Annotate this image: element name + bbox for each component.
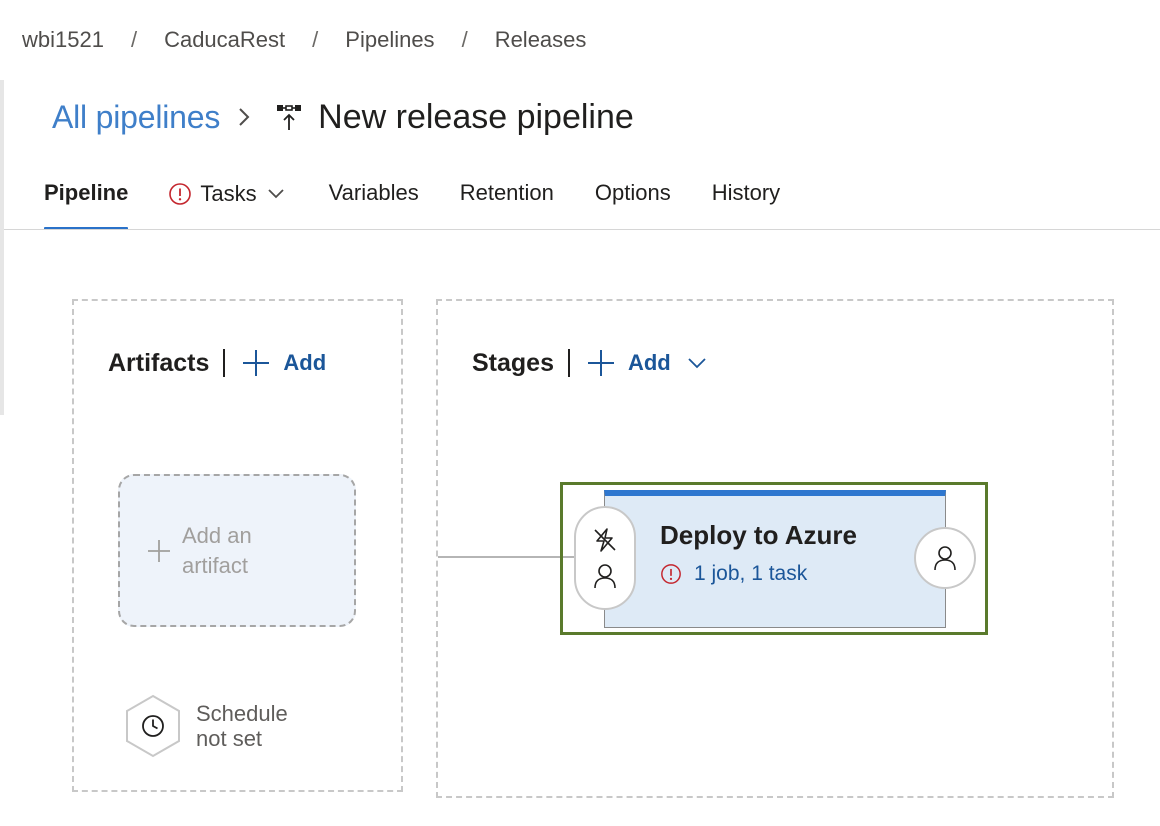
tab-history-label: History — [711, 180, 781, 205]
clock-icon — [124, 694, 182, 758]
release-pipeline-editor: wbi1521 / CaducaRest / Pipelines / Relea… — [0, 0, 1160, 826]
tab-options-label: Options — [594, 180, 671, 205]
artifacts-title: Artifacts — [108, 348, 210, 377]
add-artifact-button-label: Add — [283, 350, 327, 375]
breadcrumb-separator: / — [130, 27, 138, 52]
breadcrumb: wbi1521 / CaducaRest / Pipelines / Relea… — [22, 24, 586, 56]
artifacts-header: Artifacts Add — [108, 343, 326, 383]
stage-status-text: 1 job, 1 task — [694, 562, 808, 585]
artifact-stage-connector — [438, 556, 578, 558]
error-icon — [660, 563, 682, 585]
plus-icon — [146, 538, 172, 564]
tab-retention[interactable]: Retention — [460, 174, 554, 230]
release-pipeline-icon — [276, 102, 302, 132]
chevron-down-icon — [687, 357, 707, 369]
tab-variables[interactable]: Variables — [329, 174, 419, 230]
breadcrumb-project[interactable]: CaducaRest — [164, 27, 285, 53]
stage-name[interactable]: Deploy to Azure — [660, 520, 857, 551]
chevron-right-icon — [238, 107, 250, 127]
tab-options[interactable]: Options — [595, 174, 671, 230]
schedule-line1: Schedule — [196, 701, 288, 726]
add-stage-button[interactable]: Add — [586, 348, 707, 378]
add-artifact-card[interactable]: Add an artifact — [118, 474, 356, 627]
add-artifact-line1: Add an — [182, 522, 252, 548]
pre-deployment-conditions[interactable] — [574, 506, 636, 610]
breadcrumb-separator: / — [461, 27, 468, 52]
tab-tasks-label: Tasks — [200, 181, 257, 206]
tab-pipeline[interactable]: Pipeline — [44, 174, 129, 230]
page-title: New release pipeline — [318, 97, 634, 136]
schedule-line2: not set — [196, 726, 263, 751]
chevron-down-icon — [267, 188, 285, 200]
add-artifact-line2: artifact — [182, 552, 249, 578]
tab-variables-label: Variables — [328, 180, 419, 205]
tab-bar: Pipeline Tasks Variables Retention Optio… — [44, 174, 780, 230]
tab-divider — [4, 229, 1160, 230]
breadcrumb-pipelines[interactable]: Pipelines — [345, 27, 434, 53]
breadcrumb-org[interactable]: wbi1521 — [22, 27, 104, 53]
tab-tasks[interactable]: Tasks — [168, 174, 284, 230]
stages-header: Stages Add — [472, 343, 707, 383]
error-icon — [168, 182, 192, 206]
post-deployment-conditions[interactable] — [914, 527, 976, 589]
person-icon — [933, 545, 957, 571]
add-stage-button-label: Add — [627, 350, 671, 375]
header-divider — [223, 349, 226, 377]
stage-status[interactable]: 1 job, 1 task — [660, 562, 807, 586]
add-artifact-label: Add an artifact — [182, 521, 252, 581]
title-row: All pipelines New release pipeline — [52, 94, 634, 140]
breadcrumb-releases[interactable]: Releases — [495, 27, 587, 53]
breadcrumb-separator: / — [312, 27, 319, 52]
plus-icon — [586, 348, 616, 378]
tab-pipeline-label: Pipeline — [44, 180, 129, 205]
person-icon — [593, 563, 617, 589]
tab-history[interactable]: History — [712, 174, 780, 230]
schedule-trigger[interactable]: Schedule not set — [124, 694, 288, 758]
header-divider — [567, 349, 570, 377]
plus-icon — [241, 348, 271, 378]
add-artifact-button[interactable]: Add — [241, 348, 326, 378]
lightning-icon — [592, 527, 618, 553]
schedule-label: Schedule not set — [196, 701, 288, 751]
all-pipelines-link[interactable]: All pipelines — [52, 99, 220, 136]
stage-card[interactable] — [604, 490, 946, 628]
stages-title: Stages — [472, 348, 554, 377]
tab-retention-label: Retention — [459, 180, 554, 205]
left-border — [0, 80, 4, 415]
